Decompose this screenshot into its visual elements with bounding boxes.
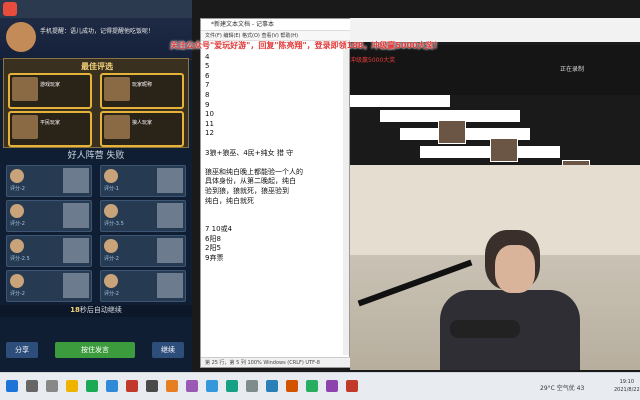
app-icon[interactable] [286,380,298,392]
best-card-name: 游戏玩家 [40,82,61,88]
player-card[interactable]: 评分-1 [100,165,186,197]
app-icon[interactable] [146,380,158,392]
player-score: 评分-1 [104,186,119,192]
browser-icon[interactable] [106,380,118,392]
avatar [104,239,118,253]
character-portrait [157,203,183,228]
countdown-text: 秒后自动继续 [79,306,122,314]
game-bottom-bar: 分享 按住发言 继续 [0,338,192,362]
character-portrait [63,273,89,298]
player-score: 评分-2 [10,291,25,297]
task-view-icon[interactable] [46,380,58,392]
clock-date: 2021/8/22 [614,387,640,393]
best-card-name: 狼人玩家 [132,120,153,126]
taskbar: 29°C 空气优 43 19:10 2021/8/22 [0,372,640,400]
avatar [10,204,24,218]
push-to-talk-button[interactable]: 按住发言 [55,342,135,358]
game-window: 手机提醒：语儿成功，记得提醒他吃饭呢！ 最佳评选 游戏玩家 玩家昵称 平民玩家 … [0,0,192,372]
best-card-name: 平民玩家 [40,120,61,126]
notepad-window: *新建文本文档 - 记事本 文件(F) 编辑(E) 格式(O) 查看(V) 帮助… [200,18,351,368]
player-card[interactable]: 评分-2.5 [6,235,92,267]
avatar [10,274,24,288]
app-icon[interactable] [166,380,178,392]
windows-start-icon[interactable] [6,380,18,392]
stream-notice: 关注公众号"爱玩好游"，回复"陈亮翔"，登录即领188，冲级赢5000大奖！ [170,41,442,50]
viewer-cam [438,120,466,144]
app-icon[interactable] [266,380,278,392]
character-portrait [12,115,38,139]
stream-top-bar [350,18,640,42]
player-avatar[interactable] [6,22,36,52]
best-card[interactable]: 玩家昵称 [100,73,184,109]
player-card[interactable]: 评分-2 [6,270,92,302]
clock[interactable]: 19:10 2021/8/22 [614,378,640,394]
player-score: 评分-2 [10,186,25,192]
wechat-icon[interactable] [86,380,98,392]
notepad-icon[interactable] [246,380,258,392]
best-selection-panel: 最佳评选 游戏玩家 玩家昵称 平民玩家 狼人玩家 [3,58,189,148]
player-card[interactable]: 评分-2 [100,270,186,302]
character-portrait [157,273,183,298]
notepad-scrollbar[interactable] [343,43,349,355]
app-icon[interactable] [186,380,198,392]
avatar [104,169,118,183]
viewer-cam [490,138,518,162]
avatar [104,274,118,288]
player-score: 评分-2 [104,291,119,297]
countdown-number: 18 [70,306,80,314]
app-icon[interactable] [346,380,358,392]
player-score: 评分-2 [104,256,119,262]
search-icon[interactable] [26,380,38,392]
file-explorer-icon[interactable] [66,380,78,392]
clock-time: 19:10 [619,379,635,385]
microphone [450,320,520,338]
share-button[interactable]: 分享 [6,342,38,358]
best-selection-title: 最佳评选 [81,62,113,71]
auto-continue-hint: 18秒后自动继续 [0,305,192,317]
app-icon[interactable] [126,380,138,392]
overlay-strip [350,95,450,107]
game-titlebar [0,0,192,18]
character-portrait [12,77,38,101]
banner-message: 手机提醒：语儿成功，记得提醒他吃饭呢！ [40,28,155,35]
player-score: 评分-2.5 [10,256,30,262]
character-portrait [157,238,183,263]
character-portrait [63,238,89,263]
best-card[interactable]: 平民玩家 [8,111,92,147]
character-portrait [104,115,130,139]
avatar [104,204,118,218]
app-icon[interactable] [226,380,238,392]
character-portrait [63,168,89,193]
best-card-name: 玩家昵称 [132,82,153,88]
notepad-title: *新建文本文档 - 记事本 [201,19,351,31]
continue-button[interactable]: 继续 [152,342,184,358]
player-score: 评分-2 [10,221,25,227]
avatar [10,239,24,253]
character-portrait [63,203,89,228]
player-card[interactable]: 评分-2 [6,165,92,197]
best-card[interactable]: 狼人玩家 [100,111,184,147]
app-icon[interactable] [326,380,338,392]
best-card[interactable]: 游戏玩家 [8,73,92,109]
app-icon[interactable] [306,380,318,392]
game-logo-icon [3,2,17,16]
team-result-title: 好人阵营 失败 [67,151,125,161]
recording-label: 正在录制 [560,66,585,73]
player-card[interactable]: 评分-2 [100,235,186,267]
character-portrait [104,77,130,101]
player-score: 评分-3.5 [104,221,124,227]
avatar [10,169,24,183]
stream-sub-notice: 冲级赢5000大奖 [350,57,396,64]
streamer-face [495,245,535,293]
notepad-status-bar: 第 25 行，第 5 列 100% Windows (CRLF) UTF-8 [201,357,351,367]
player-card[interactable]: 评分-3.5 [100,200,186,232]
player-card[interactable]: 评分-2 [6,200,92,232]
app-icon[interactable] [206,380,218,392]
notepad-text-area[interactable]: 3 4 5 6 7 8 9 10 11 12 3狼+狼巫、4民+纯女 猎 守 狼… [205,43,345,353]
character-portrait [157,168,183,193]
weather-widget[interactable]: 29°C 空气优 43 [540,383,584,392]
